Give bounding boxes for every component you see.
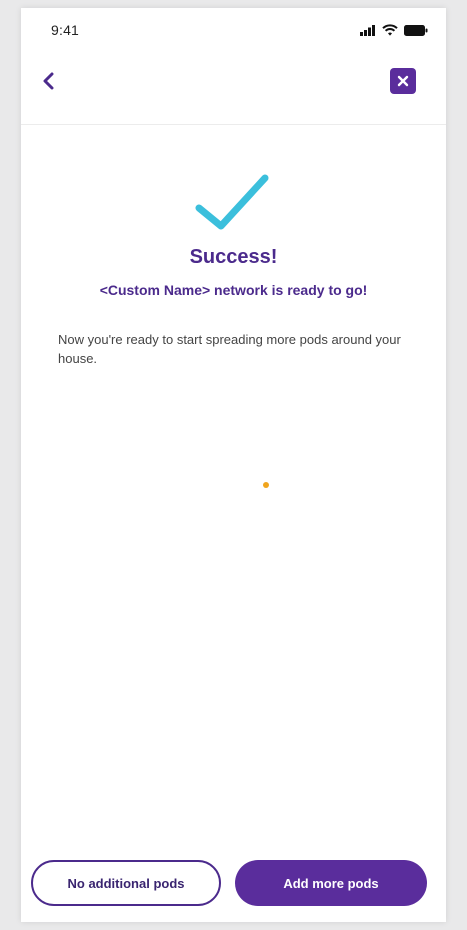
signal-icon — [360, 24, 375, 36]
success-body-text: Now you're ready to start spreading more… — [58, 332, 401, 366]
checkmark-icon — [195, 174, 269, 230]
app-screen: 9:41 Success! <Custom Name> network is r… — [21, 8, 446, 922]
back-button[interactable] — [33, 66, 63, 96]
loading-indicator — [263, 482, 269, 488]
add-more-pods-button[interactable]: Add more pods — [235, 860, 427, 906]
status-icons — [360, 24, 428, 36]
close-icon — [397, 75, 409, 87]
status-bar: 9:41 — [21, 8, 446, 52]
no-additional-pods-button[interactable]: No additional pods — [31, 860, 221, 906]
close-button[interactable] — [390, 68, 416, 94]
nav-bar — [21, 52, 446, 125]
success-subtitle: <Custom Name> network is ready to go! — [99, 282, 368, 298]
wifi-icon — [382, 24, 398, 36]
chevron-left-icon — [43, 72, 54, 90]
status-time: 9:41 — [51, 22, 80, 38]
success-title: Success! — [189, 246, 278, 268]
battery-icon — [404, 24, 428, 36]
